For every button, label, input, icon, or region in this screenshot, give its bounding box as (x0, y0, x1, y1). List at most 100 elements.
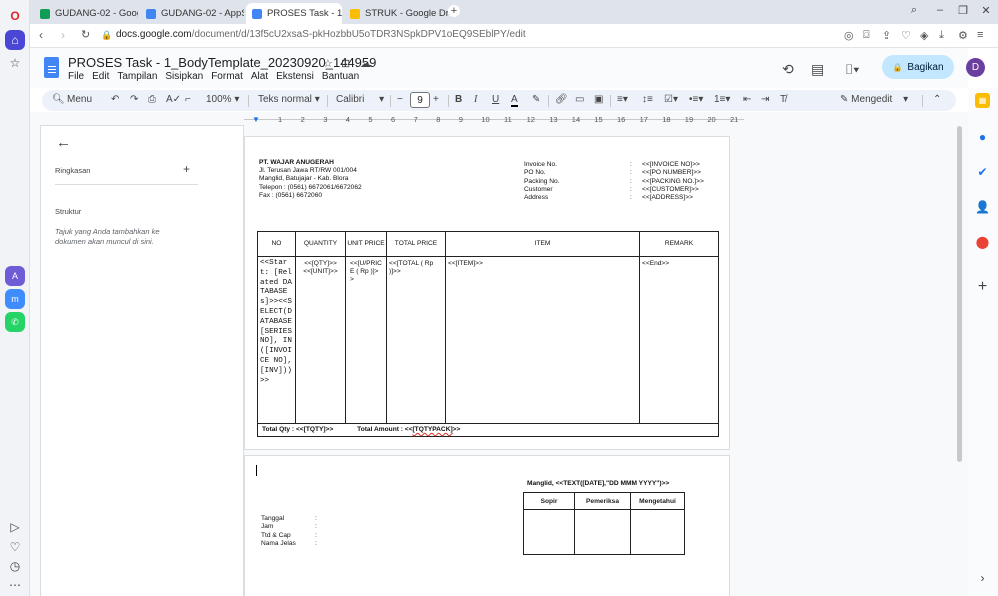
keep-icon[interactable]: ● (975, 129, 990, 144)
spellcheck-icon[interactable]: A✓ (166, 94, 181, 105)
ruler[interactable]: ▼ 1 2 3 4 5 6 7 8 9 10 11 12 13 14 15 16 17 18 19 20 21 (244, 115, 744, 125)
line-spacing-icon[interactable]: ↕≡ (642, 94, 653, 105)
bullet-list-icon[interactable]: •≡▾ (689, 94, 703, 105)
increase-indent-icon[interactable]: ⇥ (761, 94, 769, 105)
menu-icon[interactable]: ≡ (977, 29, 983, 41)
menu-format[interactable]: Format (211, 71, 243, 82)
tab-proses-task[interactable]: PROSES Task - 1_BodyTe (246, 3, 342, 24)
bold-icon[interactable]: B (455, 94, 462, 105)
increase-font-icon[interactable]: + (433, 94, 439, 105)
heart-icon[interactable]: ♡ (5, 537, 25, 557)
zoom-select[interactable]: 100% ▾ (206, 94, 239, 105)
chevron-down-icon: ▾ (903, 94, 909, 105)
menu-extensions[interactable]: Ekstensi (276, 71, 314, 82)
reload-icon[interactable]: ↻ (81, 28, 90, 41)
move-folder-icon[interactable]: ⊡ (341, 57, 350, 70)
italic-icon[interactable]: I (474, 94, 477, 105)
collapse-panel-icon[interactable]: › (975, 570, 990, 585)
new-tab-button[interactable]: + (448, 5, 460, 17)
maps-icon[interactable]: ⬤ (975, 234, 990, 249)
collapse-toolbar-icon[interactable]: ⌃ (933, 94, 941, 105)
link-icon[interactable]: 🔗︎ (555, 94, 568, 105)
menu-insert[interactable]: Sisipkan (165, 71, 203, 82)
star-doc-icon[interactable]: ☆ (323, 57, 333, 70)
camera-icon[interactable]: ⌼ (863, 29, 870, 42)
menu-file[interactable]: File (68, 71, 84, 82)
version-history-icon[interactable]: ⟲ (782, 61, 794, 78)
tab-struk-drive[interactable]: STRUK - Google Drive (344, 3, 448, 24)
messenger-icon[interactable]: m (5, 289, 25, 309)
decrease-font-icon[interactable]: − (397, 94, 403, 105)
screenshot-icon[interactable]: ◎ (844, 29, 854, 42)
minimize-icon[interactable]: – (932, 4, 948, 16)
font-size-input[interactable]: 9 (410, 92, 430, 108)
ruler-number: 5 (368, 115, 373, 124)
tab-gudang-appsheet[interactable]: GUDANG-02 - AppSheet (140, 3, 244, 24)
style-select[interactable]: Teks normal ▾ (258, 94, 320, 105)
image-icon[interactable]: ▣ (594, 94, 603, 105)
url-domain: docs.google.com (116, 29, 192, 40)
checklist-icon[interactable]: ☑▾ (664, 94, 678, 105)
redo-icon[interactable]: ↷ (130, 94, 138, 105)
heart-bookmark-icon[interactable]: ♡ (901, 29, 911, 42)
comment-icon[interactable]: ▭ (575, 94, 584, 105)
align-icon[interactable]: ≡▾ (617, 94, 628, 105)
divider (55, 184, 198, 185)
search-menu-icon[interactable]: 🔍︎ (52, 94, 65, 105)
aria-icon[interactable]: A (5, 266, 25, 286)
history-icon[interactable]: ◷ (5, 556, 25, 576)
undo-icon[interactable]: ↶ (111, 94, 119, 105)
page-1[interactable]: PT. WAJAR ANUGERAH Jl. Terusan Jawa RT/R… (244, 136, 730, 450)
paint-format-icon[interactable]: ⌐ (185, 94, 191, 105)
more-icon[interactable]: ⋯ (5, 575, 25, 595)
highlight-icon[interactable]: ✎ (532, 94, 540, 105)
share-button[interactable]: 🔒 Bagikan (882, 55, 954, 79)
back-icon[interactable]: ‹ (39, 28, 43, 42)
extensions-icon[interactable]: ⚙ (958, 29, 968, 42)
menu-tools[interactable]: Alat (251, 71, 268, 82)
docs-logo-icon[interactable] (44, 57, 59, 78)
address-line: Manglid, Batujajar - Kab. Blora (259, 175, 349, 183)
clear-format-icon[interactable]: T̸ (780, 94, 786, 105)
font-select[interactable]: Calibri ▾ (336, 94, 384, 105)
contacts-icon[interactable]: 👤 (975, 199, 990, 214)
player-icon[interactable]: ▷ (5, 517, 25, 537)
text-color-icon[interactable]: A (511, 94, 518, 107)
search-tabs-icon[interactable]: ⌕ (906, 4, 922, 17)
tasks-icon[interactable]: ✔ (975, 164, 990, 179)
indent-marker-icon[interactable]: ▼ (252, 115, 260, 124)
url-field[interactable]: docs.google.com/document/d/13f5cU2xsaS-p… (116, 29, 526, 40)
underline-icon[interactable]: U (492, 94, 499, 105)
menu-search-label[interactable]: Menu (67, 94, 92, 105)
menu-help[interactable]: Bantuan (322, 71, 359, 82)
wallet-icon[interactable]: ◈ (920, 29, 928, 42)
page-2[interactable]: Manglid, <<TEXT([DATE],"DD MMM YYYY")>> … (244, 455, 730, 596)
forward-icon[interactable]: › (61, 28, 65, 42)
edit-mode-select[interactable]: ✎ Mengedit ▾ (840, 94, 908, 105)
restore-icon[interactable]: ❐ (955, 4, 971, 17)
print-icon[interactable]: ⎙ (148, 94, 156, 105)
share-icon[interactable]: ⇪ (882, 29, 891, 42)
meet-icon[interactable]: ⌷▾ (845, 61, 859, 78)
add-addon-icon[interactable]: + (975, 278, 990, 295)
add-summary-icon[interactable]: + (183, 162, 190, 176)
close-window-icon[interactable]: ✕ (978, 4, 994, 17)
decrease-indent-icon[interactable]: ⇤ (743, 94, 751, 105)
avatar[interactable]: D (966, 58, 985, 77)
vertical-scrollbar[interactable] (957, 126, 962, 462)
menu-view[interactable]: Tampilan (117, 71, 157, 82)
signature-table: Sopir Pemeriksa Mengetahui (523, 492, 685, 555)
star-icon[interactable]: ☆ (5, 53, 25, 73)
tab-gudang-sheets[interactable]: GUDANG-02 - Google Sp (34, 3, 138, 24)
comments-icon[interactable]: ▤ (811, 61, 824, 78)
cloud-status-icon[interactable]: ☁ (360, 57, 371, 70)
download-icon[interactable]: ⤓ (939, 29, 944, 42)
numbered-list-icon[interactable]: 1≡▾ (714, 94, 730, 105)
info-value: <<[ADDRESS]>> (642, 194, 693, 202)
calendar-icon[interactable]: ▦ (975, 93, 990, 108)
whatsapp-icon[interactable]: ✆ (5, 312, 25, 332)
opera-logo-icon[interactable]: O (5, 6, 25, 26)
menu-edit[interactable]: Edit (92, 71, 109, 82)
back-arrow-icon[interactable]: ← (56, 134, 71, 151)
home-icon[interactable]: ⌂ (5, 30, 25, 50)
